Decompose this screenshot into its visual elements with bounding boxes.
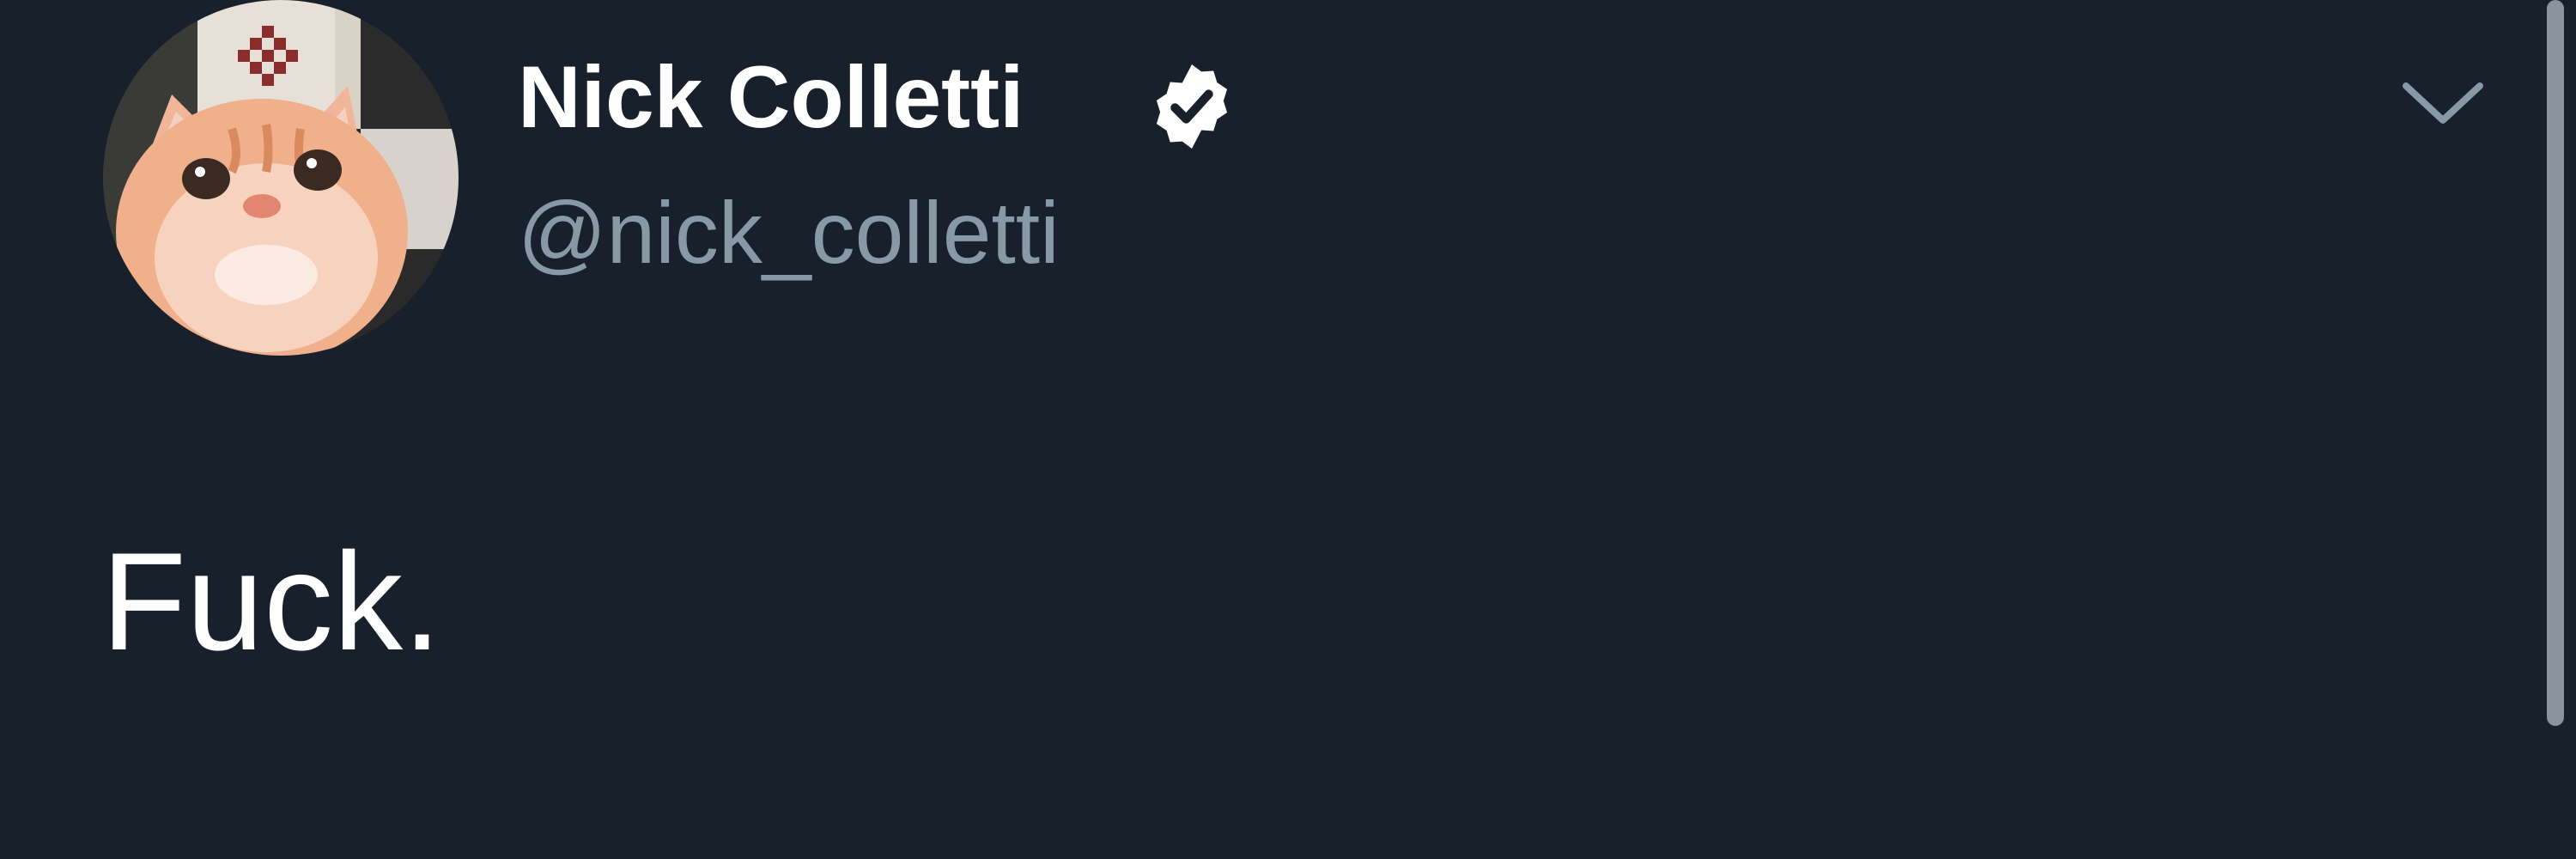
author-display-name[interactable]: Nick Colletti bbox=[518, 53, 1024, 141]
cat-avatar-image bbox=[103, 0, 459, 356]
tweet-body-text: Fuck. bbox=[101, 524, 442, 679]
tweet-card: Nick Colletti @nick_colletti Fuck. bbox=[0, 0, 2576, 859]
author-handle[interactable]: @nick_colletti bbox=[518, 189, 1060, 277]
chevron-down-icon bbox=[2403, 82, 2483, 124]
verified-badge-icon bbox=[1144, 58, 1240, 155]
tweet-menu-button[interactable] bbox=[2396, 67, 2490, 144]
scrollbar[interactable] bbox=[2547, 0, 2564, 726]
author-avatar[interactable] bbox=[103, 0, 459, 356]
